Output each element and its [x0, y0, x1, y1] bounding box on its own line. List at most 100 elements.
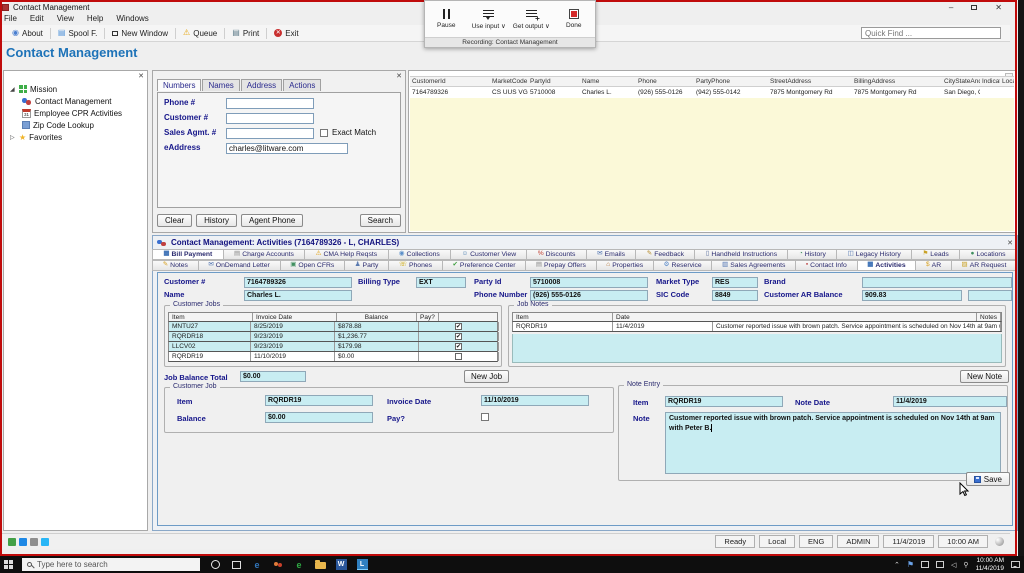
tree-node-contact-management[interactable]: Contact Management: [4, 95, 147, 107]
expander-icon[interactable]: ◢: [10, 86, 16, 93]
clear-button[interactable]: Clear: [157, 214, 193, 227]
grid-column-header[interactable]: BillingAddress: [852, 77, 942, 86]
minimize-button[interactable]: –: [949, 3, 953, 12]
tray-monitor-icon[interactable]: [921, 561, 930, 568]
extra-field[interactable]: [968, 290, 1012, 301]
column-header[interactable]: Notes: [977, 313, 1001, 321]
tree-node-favorites[interactable]: ▷ ★ Favorites: [4, 131, 147, 143]
statusbar-icon-lightblue[interactable]: [41, 537, 49, 546]
phone-input[interactable]: [226, 98, 314, 109]
grid-column-header[interactable]: Loca: [1000, 77, 1014, 86]
party-id-field[interactable]: 5710008: [530, 277, 648, 288]
activity-tab[interactable]: ▨ AR Request: [950, 260, 1018, 271]
customer-no-field[interactable]: 7164789326: [244, 277, 352, 288]
job-note-row[interactable]: RQRDR19 11/4/2019 Customer reported issu…: [512, 322, 1002, 332]
new-window-button[interactable]: New Window: [105, 27, 175, 40]
activity-tab[interactable]: ▤ Prepay Offers: [525, 260, 597, 271]
grid-column-header[interactable]: CustomerId: [410, 77, 490, 86]
menu-item[interactable]: Help: [87, 14, 103, 24]
activity-tab[interactable]: ◔ History: [787, 249, 838, 260]
activity-tab[interactable]: ● Locations: [959, 249, 1017, 260]
activity-tab[interactable]: ▪ Contact Info: [795, 260, 858, 271]
activity-tab[interactable]: ⚠ CMA Help Reqsts: [304, 249, 389, 260]
new-job-button[interactable]: New Job: [464, 370, 510, 383]
tray-display-icon[interactable]: [936, 561, 945, 568]
job-balance-total-field[interactable]: $0.00: [240, 371, 306, 382]
customer-job-row[interactable]: RQRDR18 9/23/2019 $1,236.77 ✔: [168, 332, 499, 342]
activity-tab[interactable]: ▦ Activities: [856, 260, 917, 271]
tree-node-employee-cpr-activities[interactable]: 31 Employee CPR Activities: [4, 107, 147, 119]
grid-column-header[interactable]: MarketCode: [490, 77, 528, 86]
customer-input[interactable]: [226, 113, 314, 124]
tree-node-zip-code-lookup[interactable]: Zip Code Lookup: [4, 119, 147, 131]
column-header[interactable]: Item: [169, 313, 253, 321]
tray-key-icon[interactable]: ⚲: [963, 561, 968, 569]
column-header[interactable]: Pay?: [417, 313, 439, 321]
close-button[interactable]: ✕: [995, 3, 1002, 12]
tab-actions[interactable]: Actions: [283, 79, 322, 91]
agent-phone-button[interactable]: Agent Phone: [241, 214, 304, 227]
activity-tab[interactable]: ✎ Notes: [152, 260, 199, 271]
column-header[interactable]: Date: [613, 313, 978, 321]
activity-tab[interactable]: ◫ Legacy History: [836, 249, 913, 260]
column-header[interactable]: Invoice Date: [253, 313, 337, 321]
grid-column-header[interactable]: PartyId: [528, 77, 580, 86]
note-textarea[interactable]: Customer reported issue with brown patch…: [665, 412, 1001, 474]
queue-button[interactable]: ⚠ Queue: [176, 27, 224, 40]
grid-column-header[interactable]: PartyPhone: [694, 77, 768, 86]
people-app-icon[interactable]: [272, 559, 284, 571]
start-button[interactable]: [4, 560, 13, 569]
edge-icon[interactable]: e: [251, 559, 263, 571]
save-button[interactable]: Save: [965, 472, 1010, 486]
spool-button[interactable]: ▤ Spool F.: [51, 27, 104, 40]
customer-job-row[interactable]: MNTU27 8/25/2019 $878.88 ✔: [168, 322, 499, 332]
activity-tab[interactable]: ▣ Open CFRs: [279, 260, 346, 271]
tab-numbers[interactable]: Numbers: [157, 79, 202, 91]
print-button[interactable]: ▤ Print: [225, 27, 266, 40]
customer-job-row[interactable]: RQRDR19 11/10/2019 $0.00: [168, 352, 499, 362]
use-input-button[interactable]: Use input ∨: [468, 1, 511, 37]
customer-job-row[interactable]: LLCV02 9/23/2019 $179.98 ✔: [168, 342, 499, 352]
tab-names[interactable]: Names: [202, 79, 240, 91]
grid-column-header[interactable]: Name: [580, 77, 636, 86]
grid-row[interactable]: 7164789326 CS UUS VGH 59055710008 Charles …: [410, 88, 1014, 98]
close-panel-icon[interactable]: ✕: [1007, 239, 1013, 247]
word-icon[interactable]: W: [335, 559, 347, 571]
grid-column-header[interactable]: Indicators: [980, 77, 1000, 86]
customer-ar-balance-field[interactable]: 909.83: [862, 290, 962, 301]
menu-item[interactable]: View: [57, 14, 74, 24]
sic-code-field[interactable]: 8849: [712, 290, 758, 301]
activity-tab[interactable]: ☺ Customer View: [450, 249, 528, 260]
get-output-button[interactable]: Get output ∨: [510, 1, 553, 37]
menu-item[interactable]: File: [4, 14, 17, 24]
statusbar-icon-green[interactable]: [8, 537, 16, 546]
market-type-field[interactable]: RES: [712, 277, 758, 288]
note-date-field[interactable]: 11/4/2019: [893, 396, 1007, 407]
activity-tab[interactable]: ✉ Emails: [585, 249, 637, 260]
phone-number-field[interactable]: (926) 555-0126: [530, 290, 648, 301]
pay-checkbox[interactable]: ✔: [455, 343, 462, 350]
column-header[interactable]: Item: [513, 313, 613, 321]
pay-checkbox[interactable]: ✔: [455, 323, 462, 330]
grid-column-header[interactable]: Phone: [636, 77, 694, 86]
invoice-date-field[interactable]: 11/10/2019: [481, 395, 589, 406]
taskbar-clock[interactable]: 10:00 AM 11/4/2019: [976, 557, 1004, 572]
activity-tab[interactable]: $ AR: [915, 260, 952, 271]
collapsed-expander-icon[interactable]: ▷: [10, 134, 16, 141]
notifications-icon[interactable]: [1011, 561, 1020, 568]
close-panel-icon[interactable]: ✕: [138, 73, 144, 80]
activity-tab[interactable]: ☏ Phones: [388, 260, 443, 271]
tray-flag-icon[interactable]: ⚑: [907, 560, 914, 569]
tab-address[interactable]: Address: [240, 79, 283, 91]
close-panel-icon[interactable]: ✕: [396, 73, 402, 80]
contact-app-icon[interactable]: L: [356, 559, 368, 571]
done-button[interactable]: Done: [553, 1, 596, 37]
menu-item[interactable]: Windows: [116, 14, 148, 24]
activity-tab[interactable]: ◉ Collections: [387, 249, 452, 260]
cortana-icon[interactable]: [209, 559, 221, 571]
exit-button[interactable]: ✕ Exit: [267, 27, 305, 40]
item-field[interactable]: RQRDR19: [265, 395, 373, 406]
activity-tab[interactable]: ⌂ Properties: [595, 260, 654, 271]
grid-column-header[interactable]: CityStateAndPostalCode: [942, 77, 980, 86]
menu-item[interactable]: Edit: [30, 14, 44, 24]
